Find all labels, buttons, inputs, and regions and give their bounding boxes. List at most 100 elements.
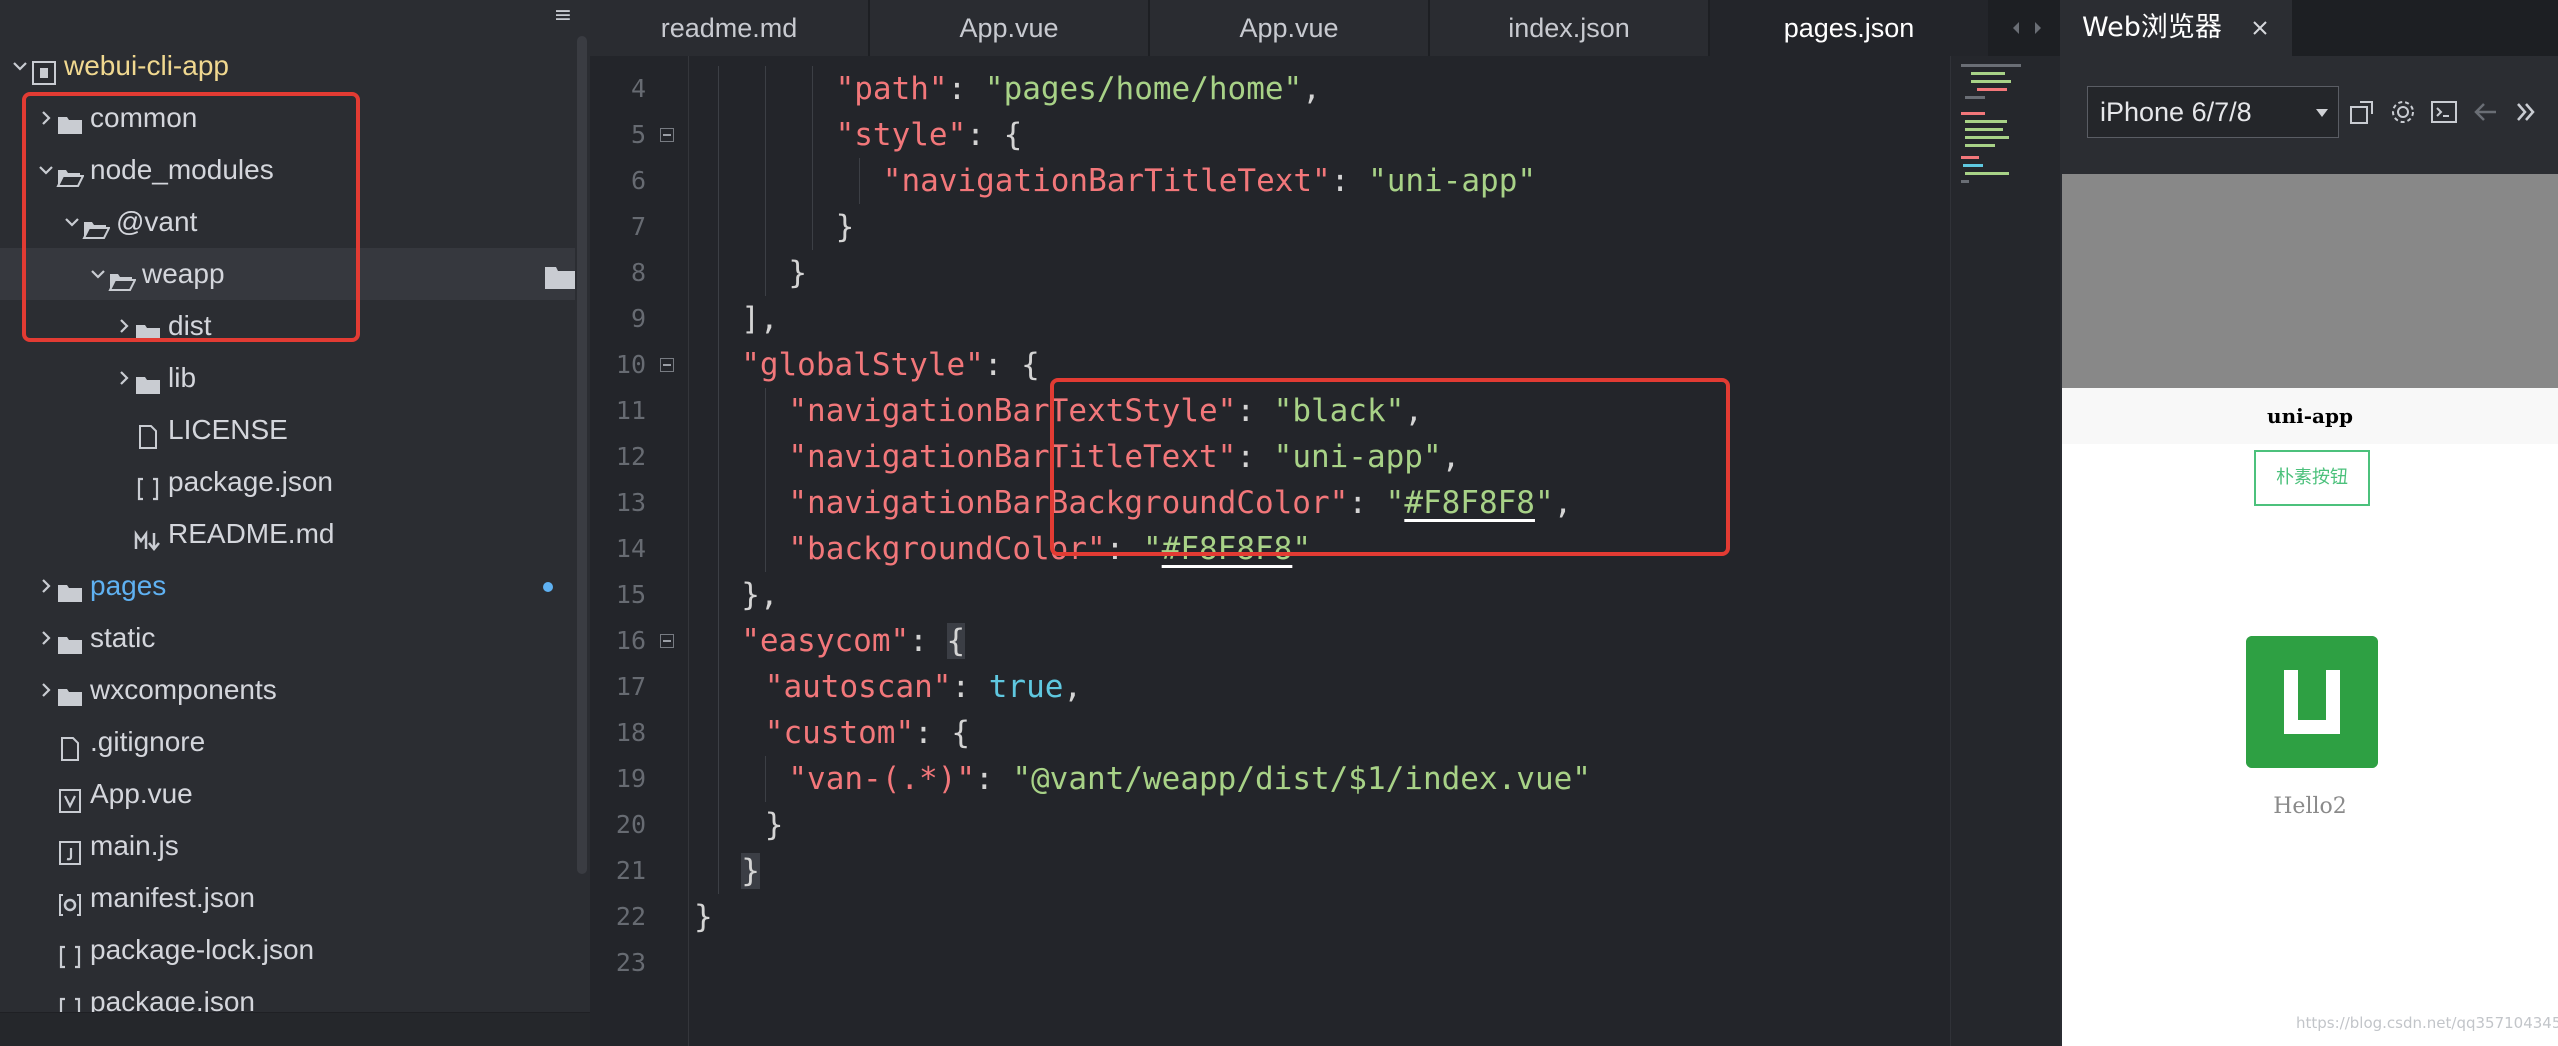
code-line[interactable]: 14 "backgroundColor": "#F8F8F8" [590,526,1950,572]
explorer-status-strip [0,1012,590,1046]
tree-item-label: node_modules [90,154,274,185]
tree-item-label: manifest.json [90,882,255,913]
code-line[interactable]: 6 "navigationBarTitleText": "uni-app" [590,158,1950,204]
minimap-line [1963,164,1983,167]
minimap-line [1961,64,2021,67]
code-line[interactable]: 5 "style": { [590,112,1950,158]
tree-item-node-modules[interactable]: node_modules [0,144,575,196]
plain-button[interactable]: 朴素按钮 [2254,450,2370,506]
code-line[interactable]: 15}, [590,572,1950,618]
minimap-line [1965,120,2007,123]
minimap[interactable] [1950,56,2061,1046]
fold-toggle-icon[interactable] [660,128,674,142]
folder-icon [56,676,84,706]
code-line[interactable]: 13 "navigationBarBackgroundColor": "#F8F8… [590,480,1950,526]
tree-item-wxcomponents[interactable]: wxcomponents [0,664,575,716]
minimap-line [1961,180,1969,183]
line-number: 16 [615,626,646,655]
indent-guide [717,204,719,250]
code-line[interactable]: 11 "navigationBarTextStyle": "black", [590,388,1950,434]
browser-tab[interactable]: Web浏览器 [2060,0,2292,56]
code-line[interactable]: 9], [590,296,1950,342]
tree-item-gitignore[interactable]: .gitignore [0,716,575,768]
chevron-right-icon[interactable] [34,560,58,612]
code-line[interactable]: 21} [590,848,1950,894]
line-number: 20 [615,810,646,839]
fold-toggle-icon[interactable] [660,634,674,648]
chevron-right-icon[interactable] [112,300,136,352]
tab-pages-json[interactable]: pages.json [1710,0,1990,56]
json-file-icon [134,468,162,501]
code-text: "style": { [836,112,1023,158]
code-line[interactable]: 4 "path": "pages/home/home", [590,66,1950,112]
tab-scroll-left-icon[interactable] [2008,16,2024,40]
code-line[interactable]: 17 "autoscan": true, [590,664,1950,710]
code-line[interactable]: 8} [590,250,1950,296]
code-token: "navigationBarTitleText" [882,163,1331,199]
line-number: 5 [630,120,646,149]
chevron-down-icon[interactable] [60,196,84,248]
tree-item-weapp[interactable]: weapp [0,248,575,300]
code-line[interactable]: 18 "custom": { [590,710,1950,756]
code-line[interactable]: 19 "van-(.*)": "@vant/weapp/dist/$1/index… [590,756,1950,802]
indent-guide [717,388,719,434]
tree-item-vant[interactable]: @vant [0,196,575,248]
code-line[interactable]: 22} [590,894,1950,940]
tree-item-common[interactable]: common [0,92,575,144]
tab-app-vue[interactable]: App.vue [870,0,1150,56]
browser-tab-title: Web浏览器 [2082,12,2222,43]
code-line[interactable]: 16 "easycom": { [590,618,1950,664]
fold-toggle-icon[interactable] [660,358,674,372]
indent-guide [764,434,766,480]
chevron-down-icon[interactable] [86,248,110,300]
line-number: 11 [615,396,646,425]
code-line[interactable]: 23 [590,940,1950,986]
tree-item-lib[interactable]: lib [0,352,575,404]
console-icon[interactable] [2430,98,2458,126]
tab-app-vue-2[interactable]: App.vue [1150,0,1430,56]
tree-item-main-js[interactable]: main.js [0,820,575,872]
expand-panel-icon[interactable] [2512,98,2540,126]
code-area[interactable]: 4 "path": "pages/home/home", 5 "style": {6 "… [590,66,1950,986]
code-token: : { [914,715,971,751]
tree-item-package-json[interactable]: package.json [0,456,575,508]
explorer-scrollbar[interactable] [577,36,587,874]
tree-item-license[interactable]: LICENSE [0,404,575,456]
rotate-device-icon[interactable] [2348,98,2376,126]
chevron-right-icon[interactable] [34,92,58,144]
code-line[interactable]: 20} [590,802,1950,848]
phone-preview[interactable]: uni-app 朴素按钮 Hello2 [2062,174,2558,1046]
tree-item-package-lock-json[interactable]: package-lock.json [0,924,575,976]
tree-item-readme-md[interactable]: README.md [0,508,575,560]
tree-item-webui-cli-app[interactable]: webui-cli-app [0,40,575,92]
back-arrow-icon[interactable] [2472,98,2500,126]
device-select[interactable]: iPhone 6/7/8 [2087,86,2339,138]
chevron-down-icon[interactable] [34,144,58,196]
chevron-right-icon[interactable] [34,664,58,716]
tab-scroll-right-icon[interactable] [2030,16,2046,40]
line-number: 7 [630,212,646,241]
indent-guide [812,112,813,158]
tree-item-pages[interactable]: pages [0,560,575,612]
gear-icon[interactable] [2389,98,2417,126]
tab-index-json[interactable]: index.json [1430,0,1710,56]
tab-readme-md[interactable]: readme.md [590,0,870,56]
tree-item-label: common [90,102,198,133]
code-token: " [1385,485,1405,521]
phone-nav-bar: uni-app [2062,388,2558,444]
chevron-right-icon[interactable] [34,612,58,664]
hamburger-menu-icon[interactable]: ≡ [553,5,573,27]
tree-item-manifest-json[interactable]: manifest.json [0,872,575,924]
code-text: "navigationBarBackgroundColor": "#F8F8F8… [788,480,1572,526]
tree-item-app-vue[interactable]: App.vue [0,768,575,820]
code-line[interactable]: 7} [590,204,1950,250]
code-line[interactable]: 10 "globalStyle": { [590,342,1950,388]
code-line[interactable]: 12 "navigationBarTitleText": "uni-app", [590,434,1950,480]
chevron-down-icon[interactable] [8,40,32,92]
chevron-right-icon[interactable] [112,352,136,404]
tree-item-static[interactable]: static [0,612,575,664]
code-text: "navigationBarTitleText": "uni-app" [883,158,1536,204]
close-icon[interactable] [2250,18,2270,38]
folder-action-icon[interactable] [543,258,577,290]
tree-item-dist[interactable]: dist [0,300,575,352]
